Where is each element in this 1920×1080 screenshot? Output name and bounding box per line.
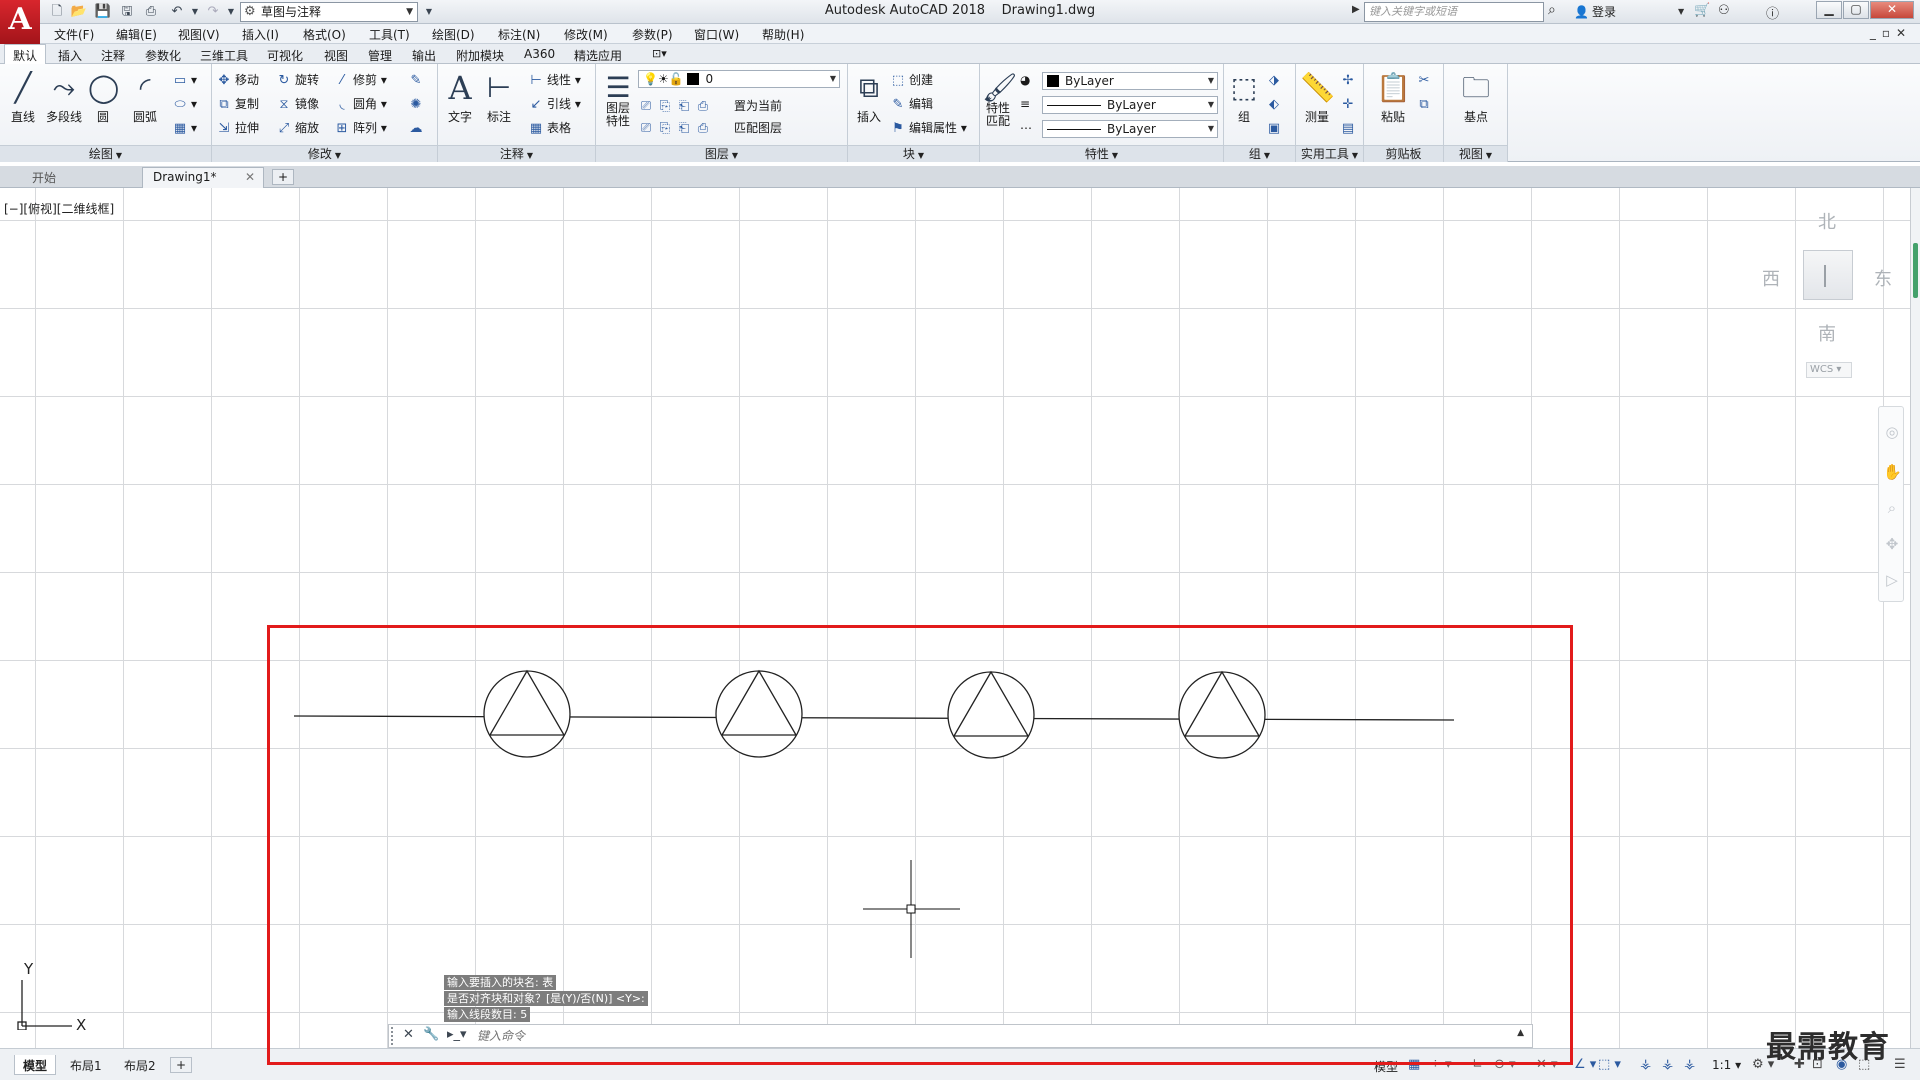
snap-icon[interactable]: ⁘ ▾ <box>1430 1057 1452 1072</box>
viewcube-south[interactable]: 南 <box>1818 320 1836 346</box>
navigation-bar: ◎ ✋ ⌕ ✥ ▷ <box>1878 406 1904 602</box>
layout-tab-layout2[interactable]: 布局2 <box>116 1055 164 1075</box>
wcs-dropdown[interactable]: WCS ▾ <box>1806 362 1852 378</box>
ucs-icon: Y X <box>17 960 86 1030</box>
command-line: ✕ 🔧 ▸_▾ ▲ <box>388 1024 1533 1048</box>
model-space-toggle[interactable]: 模型 <box>1374 1058 1398 1075</box>
status-bar: 模型 布局1 布局2 + 模型 ▦ ⁘ ▾ ∟ ⊙ ▾ ✕ ▾ ∠ ▾ ⬚ ▾ … <box>0 1048 1920 1080</box>
viewcube[interactable] <box>1803 250 1853 300</box>
lineweight-toggle-icon[interactable]: ∠ ▾ <box>1574 1057 1596 1072</box>
command-history-line: 输入要插入的块名: 表 <box>444 975 557 990</box>
pan-icon[interactable]: ✋ <box>1883 463 1902 481</box>
command-history-toggle-icon[interactable]: ▲ <box>1517 1028 1524 1038</box>
annotation-scale-value[interactable]: 1:1 ▾ <box>1712 1058 1741 1072</box>
close-icon[interactable]: ✕ <box>403 1027 414 1042</box>
command-input[interactable] <box>477 1027 1497 1045</box>
crosshair-cursor <box>863 860 960 958</box>
showmotion-icon[interactable]: ▷ <box>1883 571 1901 589</box>
selection-cycling-icon[interactable]: ⬚ ▾ <box>1598 1057 1621 1072</box>
ucs-x-label: X <box>76 1016 86 1030</box>
command-prompt-icon[interactable]: ▸_▾ <box>447 1027 467 1042</box>
orbit-icon[interactable]: ✥ <box>1883 535 1901 553</box>
viewcube-north[interactable]: 北 <box>1818 208 1836 234</box>
layout-tab-layout1[interactable]: 布局1 <box>62 1055 110 1075</box>
steering-wheel-icon[interactable]: ◎ <box>1883 423 1901 441</box>
block-instance <box>483 669 571 758</box>
command-history-line: 输入线段数目: 5 <box>444 1007 531 1022</box>
drawing-geometry <box>293 669 1455 958</box>
ucs-y-label: Y <box>23 960 34 978</box>
block-instance <box>715 669 803 758</box>
add-layout-button[interactable]: + <box>170 1057 193 1073</box>
zoom-icon[interactable]: ⌕ <box>1883 499 1901 517</box>
osnap-icon[interactable]: ✕ ▾ <box>1536 1057 1558 1072</box>
watermark: 最需教育 <box>1766 1030 1890 1065</box>
drag-handle[interactable] <box>391 1027 395 1045</box>
wrench-icon[interactable]: 🔧 <box>423 1027 439 1042</box>
layout-tab-model[interactable]: 模型 <box>14 1055 57 1075</box>
ortho-icon[interactable]: ∟ <box>1472 1057 1483 1072</box>
polar-icon[interactable]: ⊙ ▾ <box>1494 1057 1516 1072</box>
grid-icon[interactable]: ▦ <box>1408 1057 1420 1072</box>
viewcube-west[interactable]: 西 <box>1762 265 1780 291</box>
block-instance <box>1178 670 1266 759</box>
autocad-logo-button[interactable]: A <box>0 0 40 44</box>
auto-scale-icon[interactable]: ⚶ <box>1662 1057 1673 1072</box>
drawn-line <box>293 715 1455 721</box>
annotation-visibility-icon[interactable]: ⚶ <box>1640 1057 1651 1072</box>
command-history-line: 是否对齐块和对象？[是(Y)/否(N)] <Y>: <box>444 991 648 1006</box>
annotation-scale-icon[interactable]: ⚶ <box>1684 1057 1695 1072</box>
viewcube-east[interactable]: 东 <box>1874 265 1892 291</box>
customization-menu-icon[interactable]: ☰ <box>1894 1057 1906 1072</box>
block-instance <box>947 670 1035 759</box>
